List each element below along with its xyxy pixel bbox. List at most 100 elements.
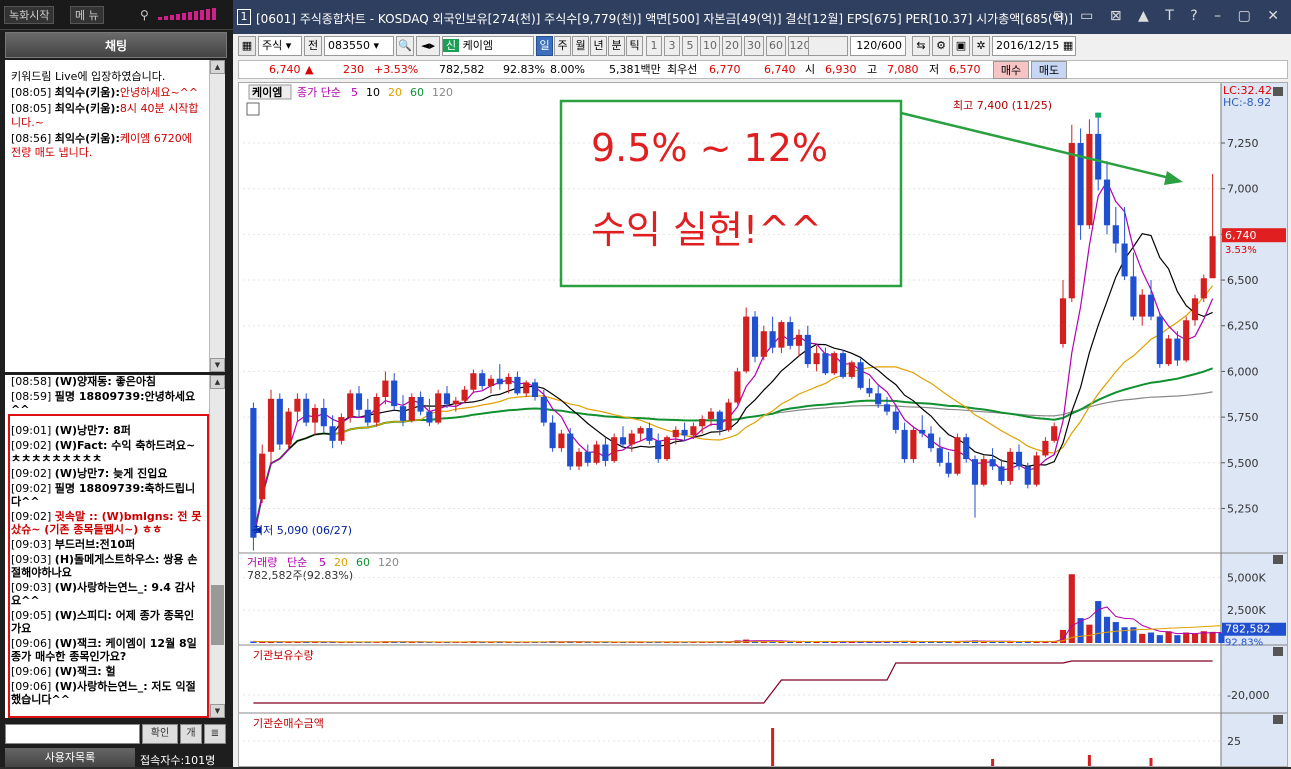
menu-button[interactable]: 메 뉴 [70, 6, 104, 24]
price-chart-svg[interactable]: 7,2507,0006,7506,5006,2506,0005,7505,500… [239, 83, 1287, 766]
chart-area[interactable]: 7,2507,0006,7506,5006,2506,0005,7505,500… [238, 82, 1288, 767]
chat-message-list: [08:58] (W)양재동: 좋은아침 [08:59] 필명 18809739:… [5, 375, 209, 718]
search-icon[interactable]: 🔍 [396, 36, 414, 56]
candle-body [391, 380, 398, 407]
scroll-up-icon[interactable]: ▲ [210, 375, 225, 389]
market-select[interactable]: 주식 ▾ [258, 36, 302, 56]
buy-button[interactable]: 매수 [993, 61, 1029, 79]
chat-input[interactable] [5, 724, 140, 744]
compare-icon[interactable]: ⇆ [912, 36, 930, 56]
interval-tab[interactable]: 1 [646, 36, 662, 56]
save-icon[interactable]: ▣ [952, 36, 970, 56]
last-price-pct: 3.53% [1225, 245, 1257, 256]
inst-hold-line [253, 660, 1213, 704]
chat-time: [08:59] [11, 390, 52, 403]
candle-body [1068, 143, 1075, 299]
candle-body [699, 418, 706, 427]
confirm-button[interactable]: 확인 [142, 724, 178, 744]
interval-tab[interactable]: 3 [664, 36, 680, 56]
candle-body [866, 387, 873, 394]
interval-tab[interactable]: 60 [766, 36, 786, 56]
last-volume-pct: 92.83% [1225, 638, 1263, 649]
record-start-button[interactable]: 녹화시작 [4, 6, 55, 24]
chat-time: [08:05] [11, 102, 52, 115]
chat-scrollbar[interactable]: ▲ ▼ [209, 375, 225, 718]
window-controls[interactable]: ⧉ ▭ ⊠ ▲ T ? – ▢ ✕ [1054, 8, 1285, 24]
date-input[interactable]: 2016/12/15 ▦ [992, 36, 1076, 56]
candle-body [795, 334, 803, 346]
candle-body [769, 331, 776, 348]
candle-body [417, 397, 424, 412]
chart-options-icon [246, 102, 260, 116]
interval-dropdown[interactable] [808, 36, 848, 56]
highlight-box [8, 414, 209, 718]
interval-tab[interactable]: 20 [722, 36, 742, 56]
period-tab[interactable]: 년 [590, 36, 607, 56]
candle-body [1095, 133, 1102, 180]
candle-body [382, 380, 389, 397]
candle-body [584, 451, 591, 463]
inst-net-title: 기관순매수금액 [253, 717, 324, 730]
candle-body [426, 411, 433, 423]
scroll-thumb[interactable] [211, 585, 224, 645]
period-tab[interactable]: 분 [608, 36, 625, 56]
chat-time: [08:58] [11, 375, 52, 388]
list-icon[interactable]: ≣ [204, 724, 226, 744]
scroll-down-icon[interactable]: ▼ [210, 358, 225, 372]
scroll-down-icon[interactable]: ▼ [210, 704, 225, 718]
candle-body [1209, 236, 1216, 279]
period-tab[interactable]: 일 [536, 36, 553, 56]
sell-button[interactable]: 매도 [1031, 61, 1067, 79]
candle-body [936, 448, 943, 463]
candle-body [549, 422, 556, 449]
y-tick-label: 7,000 [1227, 183, 1259, 196]
settings-icon[interactable]: ✲ [972, 36, 990, 56]
volume-title: 거래량 [247, 556, 277, 569]
period-tab[interactable]: 월 [572, 36, 589, 56]
last-volume-value: 782,582 [1225, 623, 1271, 636]
scroll-up-icon[interactable]: ▲ [210, 60, 225, 74]
chat-notice-list: 키워드림 Live에 입장하였습니다. [08:05] 최익수(키움):안녕하세… [5, 60, 209, 372]
candle-body [813, 353, 820, 365]
inst-hold-y-tick: -20,000 [1227, 689, 1269, 702]
prev-button[interactable]: 전 [304, 36, 322, 56]
ma-label: 종가 단순 [297, 86, 341, 99]
ma-period-label: 20 [388, 86, 402, 99]
moving-average-line [252, 391, 1213, 538]
candle-body [267, 398, 275, 452]
grid-menu-icon[interactable]: ▦ [238, 36, 256, 56]
speaker-icon[interactable]: ◄▸ [416, 36, 440, 56]
candle-body [259, 453, 266, 500]
chat-time: [08:05] [11, 86, 52, 99]
candle-body [1103, 179, 1111, 226]
candle-body [1042, 440, 1049, 456]
up-arrow-icon: ▲ [305, 63, 314, 76]
interval-tab[interactable]: 10 [700, 36, 720, 56]
candle-body [848, 362, 855, 377]
candle-body [707, 411, 715, 419]
interval-tab[interactable]: 5 [682, 36, 698, 56]
open-button[interactable]: 개 [180, 724, 202, 744]
inst-net-bar [1087, 755, 1091, 766]
annotation-arrow-line [900, 111, 1175, 181]
indicator-icon[interactable]: ⚙ [932, 36, 950, 56]
stock-code-input[interactable]: 083550 ▾ [324, 36, 394, 56]
user-list-button[interactable]: 사용자목록 [5, 748, 135, 767]
volume-bar [1191, 633, 1199, 643]
candle-body [1051, 426, 1058, 441]
bar-count-input[interactable]: 120/600 [850, 36, 906, 56]
notice-scrollbar[interactable]: ▲ ▼ [209, 60, 225, 372]
candle-body [250, 407, 257, 538]
candle-body [531, 382, 539, 397]
candle-body [1121, 243, 1128, 277]
inst-net-bar [1149, 758, 1153, 766]
period-tab[interactable]: 틱 [626, 36, 643, 56]
volume-bar [1165, 631, 1172, 643]
chat-message-text: 키워드림 Live에 입장하였습니다. [11, 70, 166, 83]
candle-body [593, 444, 600, 463]
interval-tab[interactable]: 30 [744, 36, 764, 56]
period-tab[interactable]: 주 [554, 36, 571, 56]
left-top-bar: 녹화시작 메 뉴 ⚲ [0, 0, 233, 30]
high-price: 7,080 [887, 63, 919, 76]
stock-name-field[interactable]: 신 케이엠 [442, 36, 534, 56]
